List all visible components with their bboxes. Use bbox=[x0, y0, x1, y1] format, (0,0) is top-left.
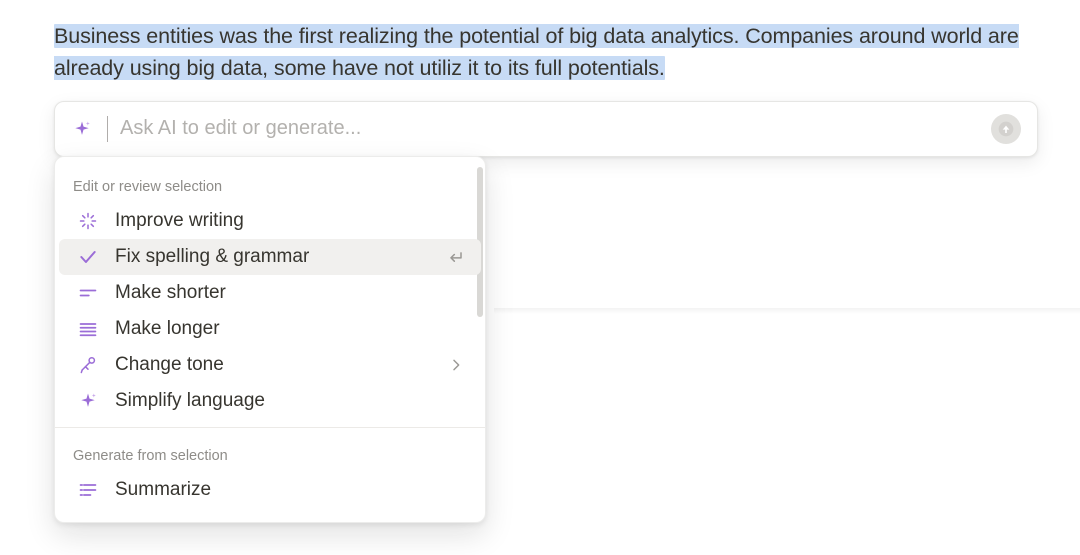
short-lines-icon bbox=[77, 282, 99, 304]
menu-label: Fix spelling & grammar bbox=[115, 246, 429, 268]
menu-item-summarize[interactable]: Summarize bbox=[59, 472, 481, 508]
menu-label: Make shorter bbox=[115, 282, 467, 304]
ai-actions-menu: Edit or review selection Improve writing… bbox=[54, 156, 486, 523]
menu-label: Summarize bbox=[115, 479, 467, 501]
menu-label: Improve writing bbox=[115, 210, 467, 232]
magic-wand-icon bbox=[77, 210, 99, 232]
check-icon bbox=[77, 246, 99, 268]
text-cursor bbox=[107, 116, 108, 142]
highlighted-text[interactable]: Business entities was the first realizin… bbox=[54, 24, 1019, 80]
sparkle-icon bbox=[77, 390, 99, 412]
long-lines-icon bbox=[77, 318, 99, 340]
menu-label: Make longer bbox=[115, 318, 467, 340]
menu-item-make-longer[interactable]: Make longer bbox=[59, 311, 481, 347]
page-edge-shadow bbox=[494, 308, 1080, 314]
menu-item-improve-writing[interactable]: Improve writing bbox=[59, 203, 481, 239]
send-button[interactable] bbox=[991, 114, 1021, 144]
summary-lines-icon bbox=[77, 479, 99, 501]
enter-key-icon bbox=[445, 246, 467, 268]
menu-item-fix-spelling-grammar[interactable]: Fix spelling & grammar bbox=[59, 239, 481, 275]
section-header-generate: Generate from selection bbox=[55, 436, 485, 472]
menu-label: Simplify language bbox=[115, 390, 467, 412]
menu-item-simplify-language[interactable]: Simplify language bbox=[59, 383, 481, 419]
menu-item-make-shorter[interactable]: Make shorter bbox=[59, 275, 481, 311]
sparkle-icon bbox=[71, 118, 93, 140]
ai-prompt-input[interactable] bbox=[120, 117, 977, 140]
section-header-edit: Edit or review selection bbox=[55, 167, 485, 203]
menu-item-change-tone[interactable]: Change tone bbox=[59, 347, 481, 383]
arrow-up-icon bbox=[998, 121, 1014, 137]
selected-text-block: Business entities was the first realizin… bbox=[0, 0, 1080, 89]
microphone-icon bbox=[77, 354, 99, 376]
menu-label: Change tone bbox=[115, 354, 429, 376]
chevron-right-icon bbox=[445, 354, 467, 376]
menu-divider bbox=[55, 427, 485, 428]
ai-input-bar[interactable] bbox=[54, 101, 1038, 157]
